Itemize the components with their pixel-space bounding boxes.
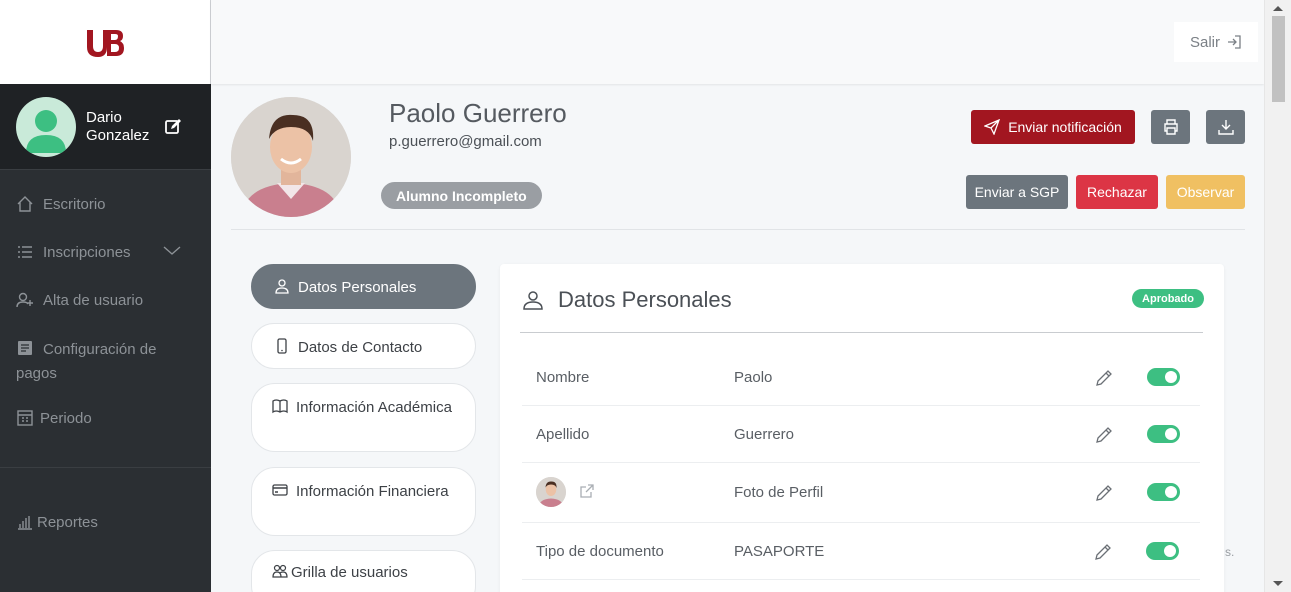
- ub-logo-icon: [87, 30, 124, 57]
- scroll-down-arrow-icon[interactable]: [1273, 581, 1283, 586]
- credit-card-icon: [272, 484, 288, 496]
- sidebar-item-periodo[interactable]: Periodo: [0, 394, 211, 442]
- field-toggle[interactable]: [1147, 483, 1180, 501]
- external-link-icon[interactable]: [579, 483, 595, 499]
- scroll-up-arrow-icon[interactable]: [1273, 6, 1283, 11]
- logo[interactable]: [0, 0, 211, 84]
- sidebar-item-reportes[interactable]: Reportes: [0, 498, 114, 546]
- pencil-icon[interactable]: [1095, 369, 1113, 387]
- profile-photo-thumbnail[interactable]: [536, 477, 566, 507]
- field-toggle[interactable]: [1147, 368, 1180, 386]
- home-icon: [17, 196, 33, 212]
- logout-label: Salir: [1189, 33, 1220, 51]
- card-title-text: Datos Personales: [558, 287, 732, 312]
- field-label: Nombre: [536, 369, 590, 386]
- sidebar: Dario Gonzalez Escritorio Inscripciones …: [0, 0, 211, 592]
- phone-icon: [277, 338, 287, 354]
- printer-icon: [1163, 119, 1178, 135]
- profile-photo: [231, 97, 351, 217]
- tab-informacion-financiera[interactable]: Información Financiera: [251, 467, 476, 536]
- sidebar-item-label: Reportes: [37, 513, 98, 531]
- tab-label: Datos Personales: [298, 279, 417, 296]
- send-notification-label: Enviar notificación: [1008, 119, 1122, 135]
- bar-chart-icon: [18, 516, 32, 530]
- profile-email: p.guerrero@gmail.com: [389, 133, 542, 150]
- field-label: Tipo de documento: [536, 543, 664, 560]
- field-row-tipo-documento: Tipo de documento PASAPORTE: [522, 523, 1200, 580]
- top-bar: Salir: [211, 0, 1264, 84]
- tab-label: Información Financiera: [296, 483, 449, 500]
- sidebar-item-label: Periodo: [40, 409, 92, 427]
- approved-badge: Aprobado: [1132, 289, 1204, 308]
- sidebar-divider: [0, 467, 211, 468]
- user-name: Dario Gonzalez: [86, 108, 150, 144]
- photo-thumbnail-image: [536, 477, 566, 507]
- sidebar-item-alta-usuario[interactable]: Alta de usuario: [0, 276, 211, 324]
- card-icon: [18, 341, 32, 355]
- field-toggle[interactable]: [1146, 542, 1179, 560]
- sidebar-item-label: Escritorio: [43, 195, 106, 213]
- list-icon: [18, 246, 32, 258]
- user-add-icon: [16, 292, 33, 308]
- avatar[interactable]: [16, 96, 76, 157]
- header-divider: [231, 229, 1245, 230]
- user-panel: Dario Gonzalez: [0, 84, 211, 170]
- status-badge: Alumno Incompleto: [381, 182, 542, 209]
- user-icon: [523, 291, 543, 310]
- scroll-thumb[interactable]: [1272, 16, 1285, 102]
- sidebar-item-inscripciones[interactable]: Inscripciones: [0, 228, 211, 276]
- download-icon: [1217, 120, 1234, 135]
- sidebar-item-label: Alta de usuario: [43, 291, 144, 309]
- tab-grilla-usuarios[interactable]: Grilla de usuarios: [251, 550, 476, 592]
- sidebar-item-label: Inscripciones: [43, 243, 131, 261]
- pencil-icon[interactable]: [1094, 543, 1112, 561]
- user-icon: [275, 279, 289, 294]
- chevron-down-icon[interactable]: [163, 242, 181, 260]
- tab-datos-personales[interactable]: Datos Personales: [251, 264, 476, 309]
- sidebar-nav: Escritorio Inscripciones Alta de usuario…: [0, 170, 211, 442]
- reject-button[interactable]: Rechazar: [1076, 175, 1158, 209]
- download-button[interactable]: [1206, 110, 1245, 144]
- tab-informacion-academica[interactable]: Información Académica: [251, 383, 476, 452]
- field-value: Guerrero: [734, 426, 795, 443]
- field-value: Foto de Perfil: [734, 484, 824, 501]
- stray-text: s.: [1225, 545, 1235, 559]
- card-divider: [520, 332, 1203, 333]
- pencil-icon[interactable]: [1095, 426, 1113, 444]
- pencil-icon[interactable]: [1095, 484, 1113, 502]
- field-value: Paolo: [734, 369, 773, 386]
- field-row-foto: Foto de Perfil: [522, 463, 1200, 523]
- profile-photo-image: [231, 97, 351, 217]
- field-label: Apellido: [536, 426, 590, 443]
- tab-label: Información Académica: [296, 399, 452, 416]
- print-button[interactable]: [1151, 110, 1190, 144]
- users-icon: [272, 564, 288, 578]
- observe-button[interactable]: Observar: [1166, 175, 1245, 209]
- card-title: Datos Personales: [522, 287, 732, 313]
- logout-button[interactable]: Salir: [1173, 22, 1258, 62]
- profile-name: Paolo Guerrero: [389, 98, 567, 128]
- field-value: PASAPORTE: [734, 543, 825, 560]
- field-row-nombre: Nombre Paolo: [522, 349, 1200, 406]
- personal-data-card: Datos Personales Aprobado Nombre Paolo A…: [500, 264, 1224, 592]
- field-row-apellido: Apellido Guerrero: [522, 406, 1200, 463]
- user-silhouette-icon: [26, 109, 66, 153]
- tab-label: Datos de Contacto: [298, 339, 423, 356]
- send-sgp-button[interactable]: Enviar a SGP: [966, 175, 1068, 209]
- tab-datos-contacto[interactable]: Datos de Contacto: [251, 323, 476, 369]
- calendar-icon: [17, 410, 33, 426]
- paper-plane-icon: [984, 119, 1001, 135]
- send-notification-button[interactable]: Enviar notificación: [971, 110, 1135, 144]
- edit-profile-icon[interactable]: [164, 118, 182, 136]
- tab-label: Grilla de usuarios: [291, 564, 408, 581]
- sidebar-item-config-pagos[interactable]: Configuración de pagos: [0, 324, 211, 394]
- sidebar-item-escritorio[interactable]: Escritorio: [0, 180, 211, 228]
- field-toggle[interactable]: [1147, 425, 1180, 443]
- page-scrollbar[interactable]: [1264, 0, 1291, 592]
- logout-icon: [1228, 35, 1241, 49]
- book-icon: [272, 399, 288, 414]
- sidebar-item-label: Configuración de pagos: [16, 341, 157, 382]
